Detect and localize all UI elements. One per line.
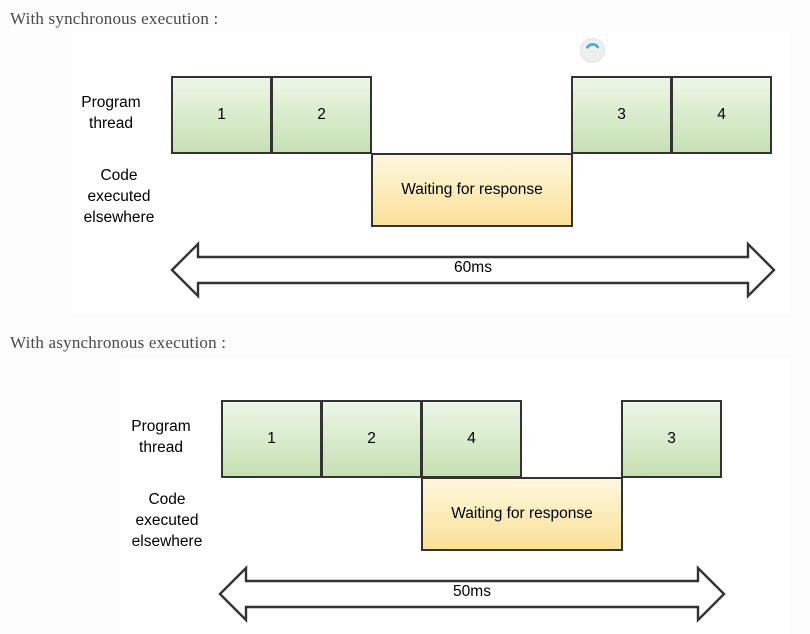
- async-task-block-3-label: 3: [667, 430, 676, 447]
- sync-task-block-2[interactable]: 2: [271, 76, 372, 154]
- heading-synchronous: With synchronous execution :: [10, 9, 219, 28]
- async-label-code-executed-elsewhere: Code executed elsewhere: [131, 491, 203, 550]
- sync-waiting-block[interactable]: Waiting for response: [371, 153, 573, 227]
- async-task-block-2[interactable]: 2: [321, 400, 422, 478]
- async-label-program-thread: Program thread: [131, 418, 191, 456]
- heading-asynchronous: With asynchronous execution :: [10, 333, 227, 352]
- loading-spinner-icon: [580, 38, 605, 63]
- sync-duration-arrow: 60ms: [170, 239, 776, 301]
- sync-task-block-4-label: 4: [717, 106, 726, 123]
- async-duration-label: 50ms: [453, 583, 491, 600]
- sync-task-block-4[interactable]: 4: [671, 76, 772, 154]
- async-task-block-1[interactable]: 1: [221, 400, 322, 478]
- async-task-block-4-label: 4: [467, 430, 476, 447]
- async-waiting-block-label: Waiting for response: [451, 505, 593, 522]
- sync-label-program-thread: Program thread: [81, 94, 141, 132]
- sync-task-block-2-label: 2: [317, 106, 326, 123]
- diagram-page: With synchronous execution : Program thr…: [0, 0, 810, 634]
- async-task-block-3[interactable]: 3: [621, 400, 722, 478]
- sync-task-block-3[interactable]: 3: [571, 76, 672, 154]
- sync-waiting-block-label: Waiting for response: [401, 181, 543, 198]
- async-task-block-1-label: 1: [267, 430, 276, 447]
- async-waiting-block[interactable]: Waiting for response: [421, 477, 623, 551]
- async-task-block-2-label: 2: [367, 430, 376, 447]
- sync-task-block-3-label: 3: [617, 106, 626, 123]
- sync-duration-label: 60ms: [454, 259, 492, 276]
- sync-label-code-executed-elsewhere: Code executed elsewhere: [83, 167, 155, 226]
- async-duration-arrow: 50ms: [218, 563, 726, 625]
- sync-task-block-1[interactable]: 1: [171, 76, 272, 154]
- async-task-block-4[interactable]: 4: [421, 400, 522, 478]
- sync-task-block-1-label: 1: [217, 106, 226, 123]
